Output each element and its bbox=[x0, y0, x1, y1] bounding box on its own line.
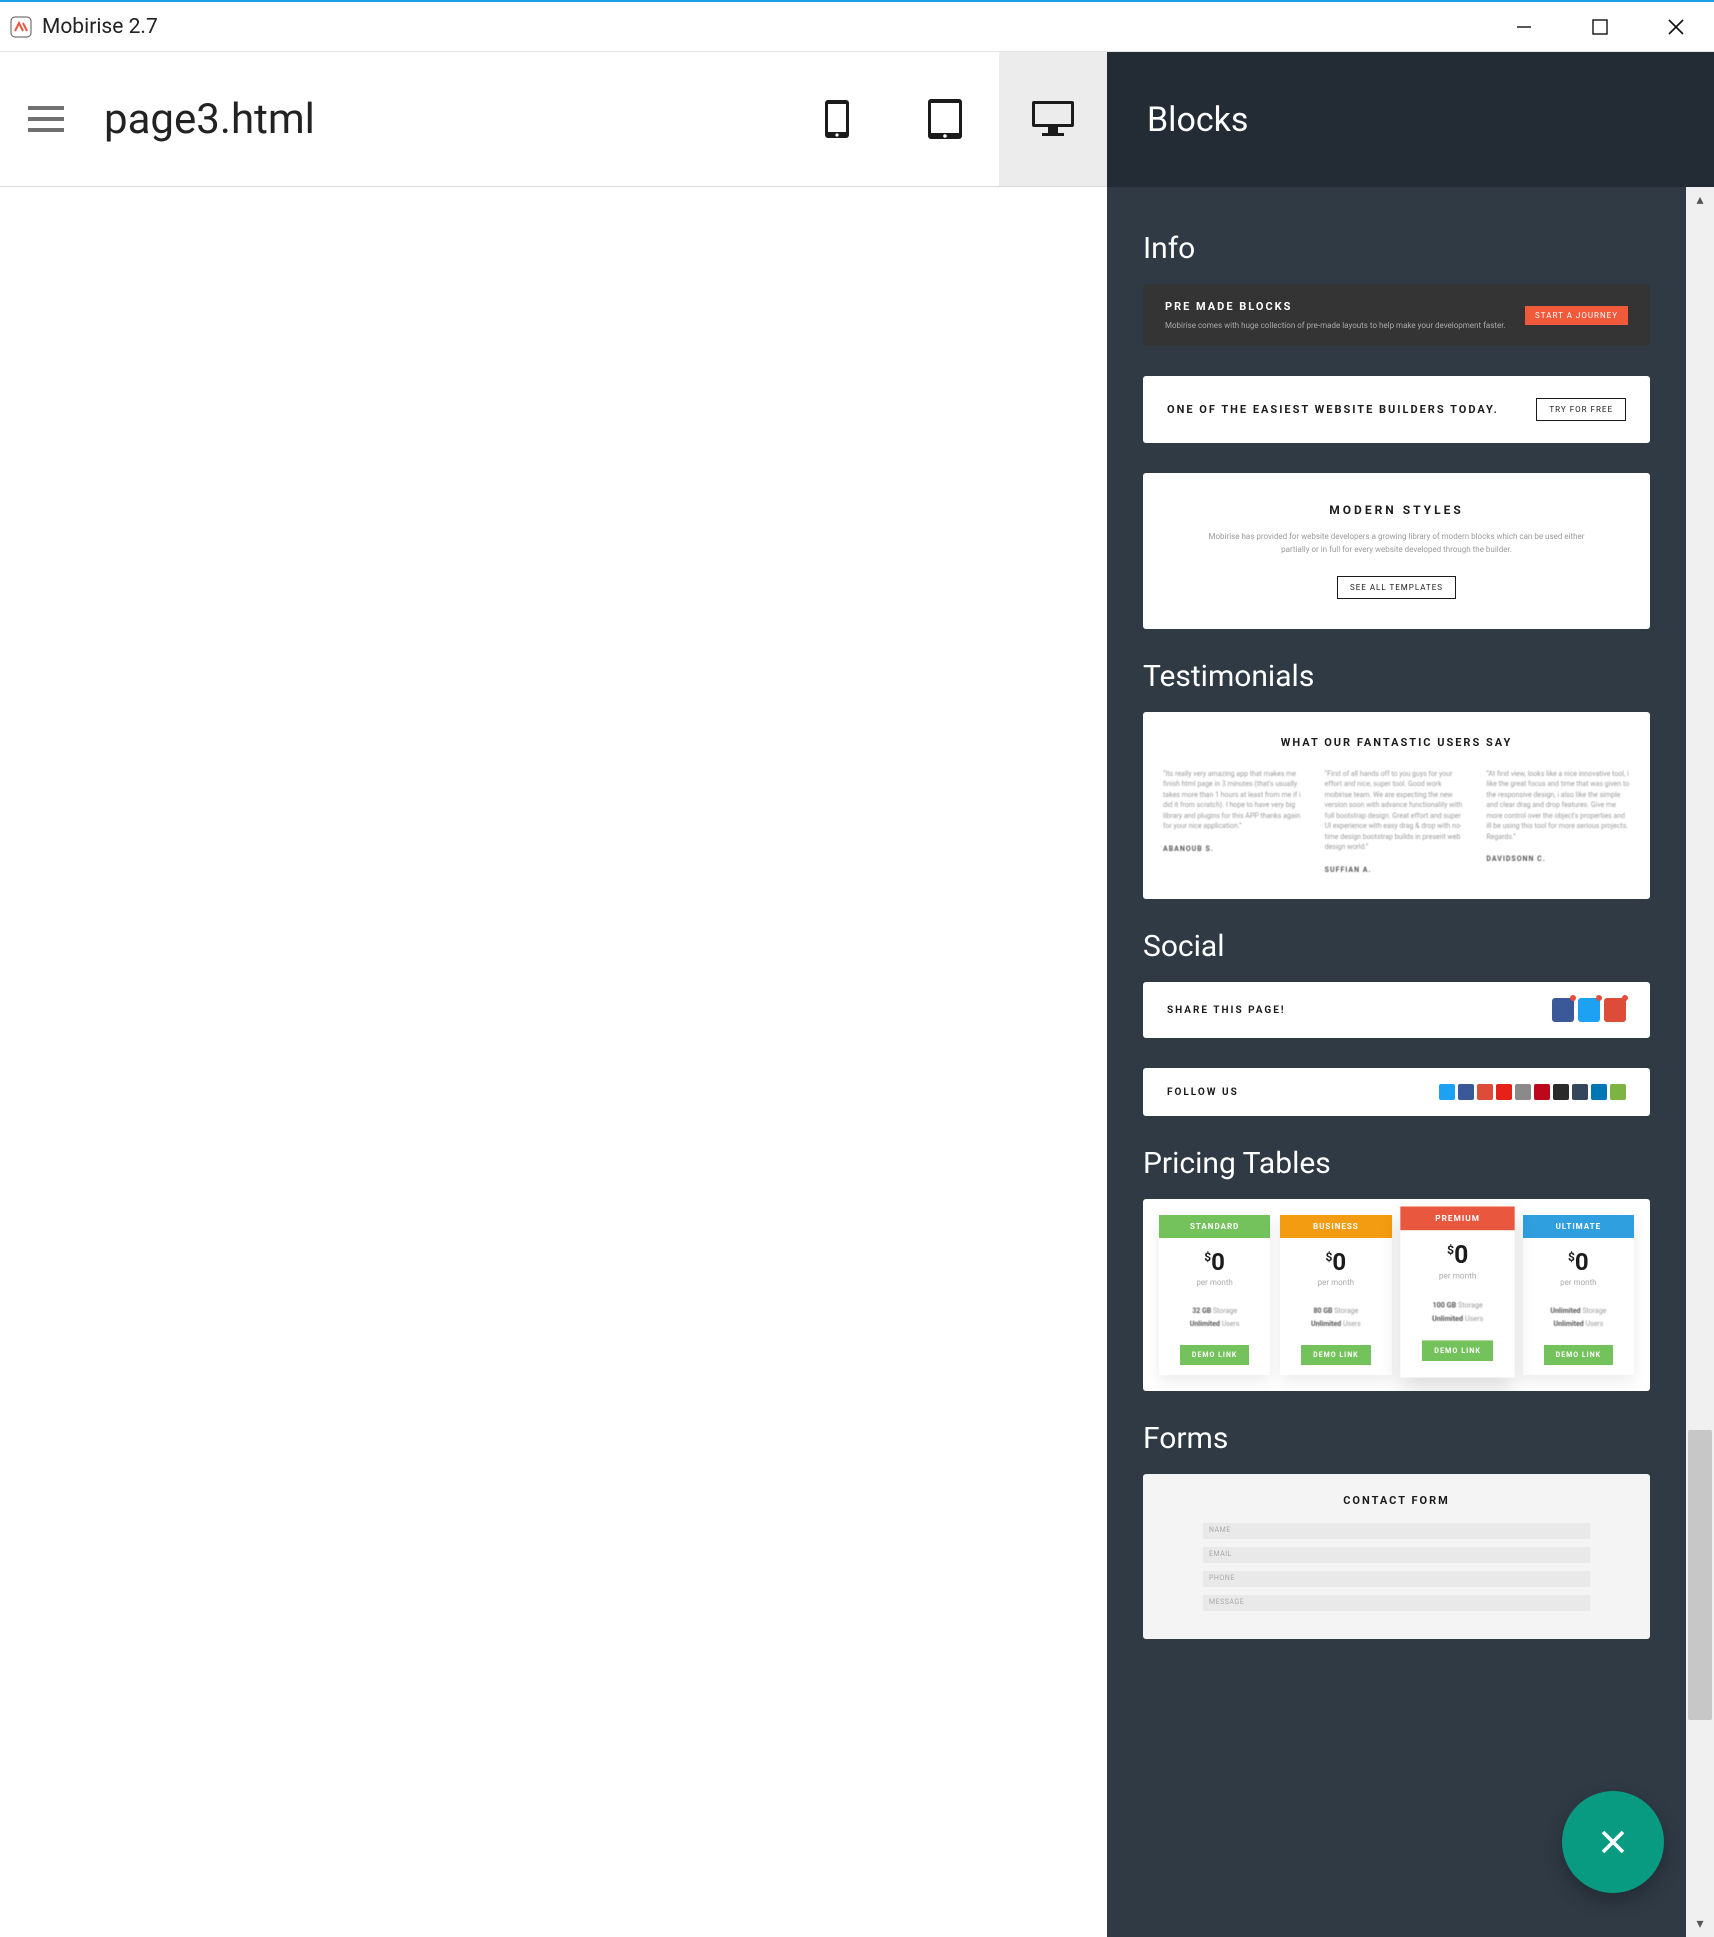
instagram-icon bbox=[1515, 1084, 1531, 1100]
viewport-desktop-button[interactable] bbox=[999, 52, 1107, 186]
section-title-testimonials: Testimonials bbox=[1143, 659, 1650, 694]
scroll-thumb[interactable] bbox=[1688, 1430, 1712, 1720]
info1-heading: PRE MADE BLOCKS bbox=[1165, 300, 1525, 313]
pricing-card: PREMIUM $0 per month 100 GB StorageUnlim… bbox=[1400, 1207, 1515, 1378]
block-thumb-pricing[interactable]: STANDARD $0 per month 32 GB StorageUnlim… bbox=[1143, 1199, 1650, 1391]
block-thumb-social-follow[interactable]: FOLLOW US bbox=[1143, 1068, 1650, 1116]
testimonial-item: “Its really very amazing app that makes … bbox=[1163, 769, 1307, 876]
form-field: MESSAGE bbox=[1203, 1595, 1590, 1611]
close-panel-button[interactable] bbox=[1562, 1791, 1664, 1893]
scroll-up-icon[interactable]: ▴ bbox=[1686, 187, 1714, 213]
youtube-icon bbox=[1496, 1084, 1512, 1100]
toolbar: page3.html bbox=[0, 52, 1107, 187]
window-close-button[interactable] bbox=[1638, 2, 1714, 52]
section-title-social: Social bbox=[1143, 929, 1650, 964]
social-follow-heading: FOLLOW US bbox=[1167, 1087, 1439, 1098]
info2-button: TRY FOR FREE bbox=[1536, 398, 1626, 421]
scroll-down-icon[interactable]: ▾ bbox=[1686, 1911, 1714, 1937]
block-thumb-testimonials[interactable]: WHAT OUR FANTASTIC USERS SAY “Its really… bbox=[1143, 712, 1650, 900]
info1-sub: Mobirise comes with huge collection of p… bbox=[1165, 321, 1525, 330]
section-title-info: Info bbox=[1143, 231, 1650, 266]
pricing-card: ULTIMATE $0 per month Unlimited StorageU… bbox=[1523, 1215, 1634, 1375]
pinterest-icon bbox=[1534, 1084, 1550, 1100]
info2-heading: ONE OF THE EASIEST WEBSITE BUILDERS TODA… bbox=[1167, 403, 1499, 416]
form-field: PHONE bbox=[1203, 1571, 1590, 1587]
titlebar: Mobirise 2.7 bbox=[0, 0, 1714, 52]
section-title-pricing: Pricing Tables bbox=[1143, 1146, 1650, 1181]
google-icon bbox=[1604, 998, 1626, 1022]
app-title: Mobirise 2.7 bbox=[42, 15, 158, 39]
canvas[interactable] bbox=[0, 187, 1107, 1937]
page-title: page3.html bbox=[104, 95, 315, 144]
window-minimize-button[interactable] bbox=[1486, 2, 1562, 52]
testimonial-item: “First of all hands off to you guys for … bbox=[1325, 769, 1469, 876]
behance-icon bbox=[1553, 1084, 1569, 1100]
twitter-icon bbox=[1439, 1084, 1455, 1100]
form-heading: CONTACT FORM bbox=[1203, 1494, 1590, 1507]
social-share-heading: SHARE THIS PAGE! bbox=[1167, 1005, 1552, 1016]
viewport-mobile-button[interactable] bbox=[783, 52, 891, 186]
block-thumb-info-2[interactable]: ONE OF THE EASIEST WEBSITE BUILDERS TODA… bbox=[1143, 376, 1650, 443]
facebook-icon bbox=[1552, 998, 1574, 1022]
blocks-scrollbar[interactable]: ▴ ▾ bbox=[1686, 187, 1714, 1937]
info1-button: START A JOURNEY bbox=[1525, 306, 1628, 325]
twitter-icon bbox=[1578, 998, 1600, 1022]
testimonial-item: “At first view, looks like a nice innova… bbox=[1486, 769, 1630, 876]
window-maximize-button[interactable] bbox=[1562, 2, 1638, 52]
block-thumb-info-3[interactable]: MODERN STYLES Mobirise has provided for … bbox=[1143, 473, 1650, 629]
form-field: NAME bbox=[1203, 1523, 1590, 1539]
app-icon bbox=[8, 14, 34, 40]
blocks-panel: Blocks Info PRE MADE BLOCKS Mobirise com… bbox=[1107, 52, 1714, 1937]
viewport-tablet-button[interactable] bbox=[891, 52, 999, 186]
google-icon bbox=[1477, 1084, 1493, 1100]
block-thumb-social-share[interactable]: SHARE THIS PAGE! bbox=[1143, 982, 1650, 1038]
menu-button[interactable] bbox=[24, 97, 68, 141]
info3-sub: Mobirise has provided for website develo… bbox=[1203, 531, 1590, 557]
facebook-icon bbox=[1458, 1084, 1474, 1100]
info3-button: SEE ALL TEMPLATES bbox=[1337, 576, 1456, 599]
block-thumb-info-1[interactable]: PRE MADE BLOCKS Mobirise comes with huge… bbox=[1143, 284, 1650, 346]
block-thumb-contact-form[interactable]: CONTACT FORM NAME EMAIL PHONE MESSAGE bbox=[1143, 1474, 1650, 1639]
info3-heading: MODERN STYLES bbox=[1203, 503, 1590, 517]
tumblr-icon bbox=[1572, 1084, 1588, 1100]
testimonials-heading: WHAT OUR FANTASTIC USERS SAY bbox=[1163, 736, 1630, 749]
rss-icon bbox=[1610, 1084, 1626, 1100]
linkedin-icon bbox=[1591, 1084, 1607, 1100]
pricing-card: STANDARD $0 per month 32 GB StorageUnlim… bbox=[1159, 1215, 1270, 1375]
pricing-card: BUSINESS $0 per month 80 GB StorageUnlim… bbox=[1280, 1215, 1391, 1375]
section-title-forms: Forms bbox=[1143, 1421, 1650, 1456]
form-field: EMAIL bbox=[1203, 1547, 1590, 1563]
blocks-panel-title: Blocks bbox=[1107, 52, 1714, 187]
